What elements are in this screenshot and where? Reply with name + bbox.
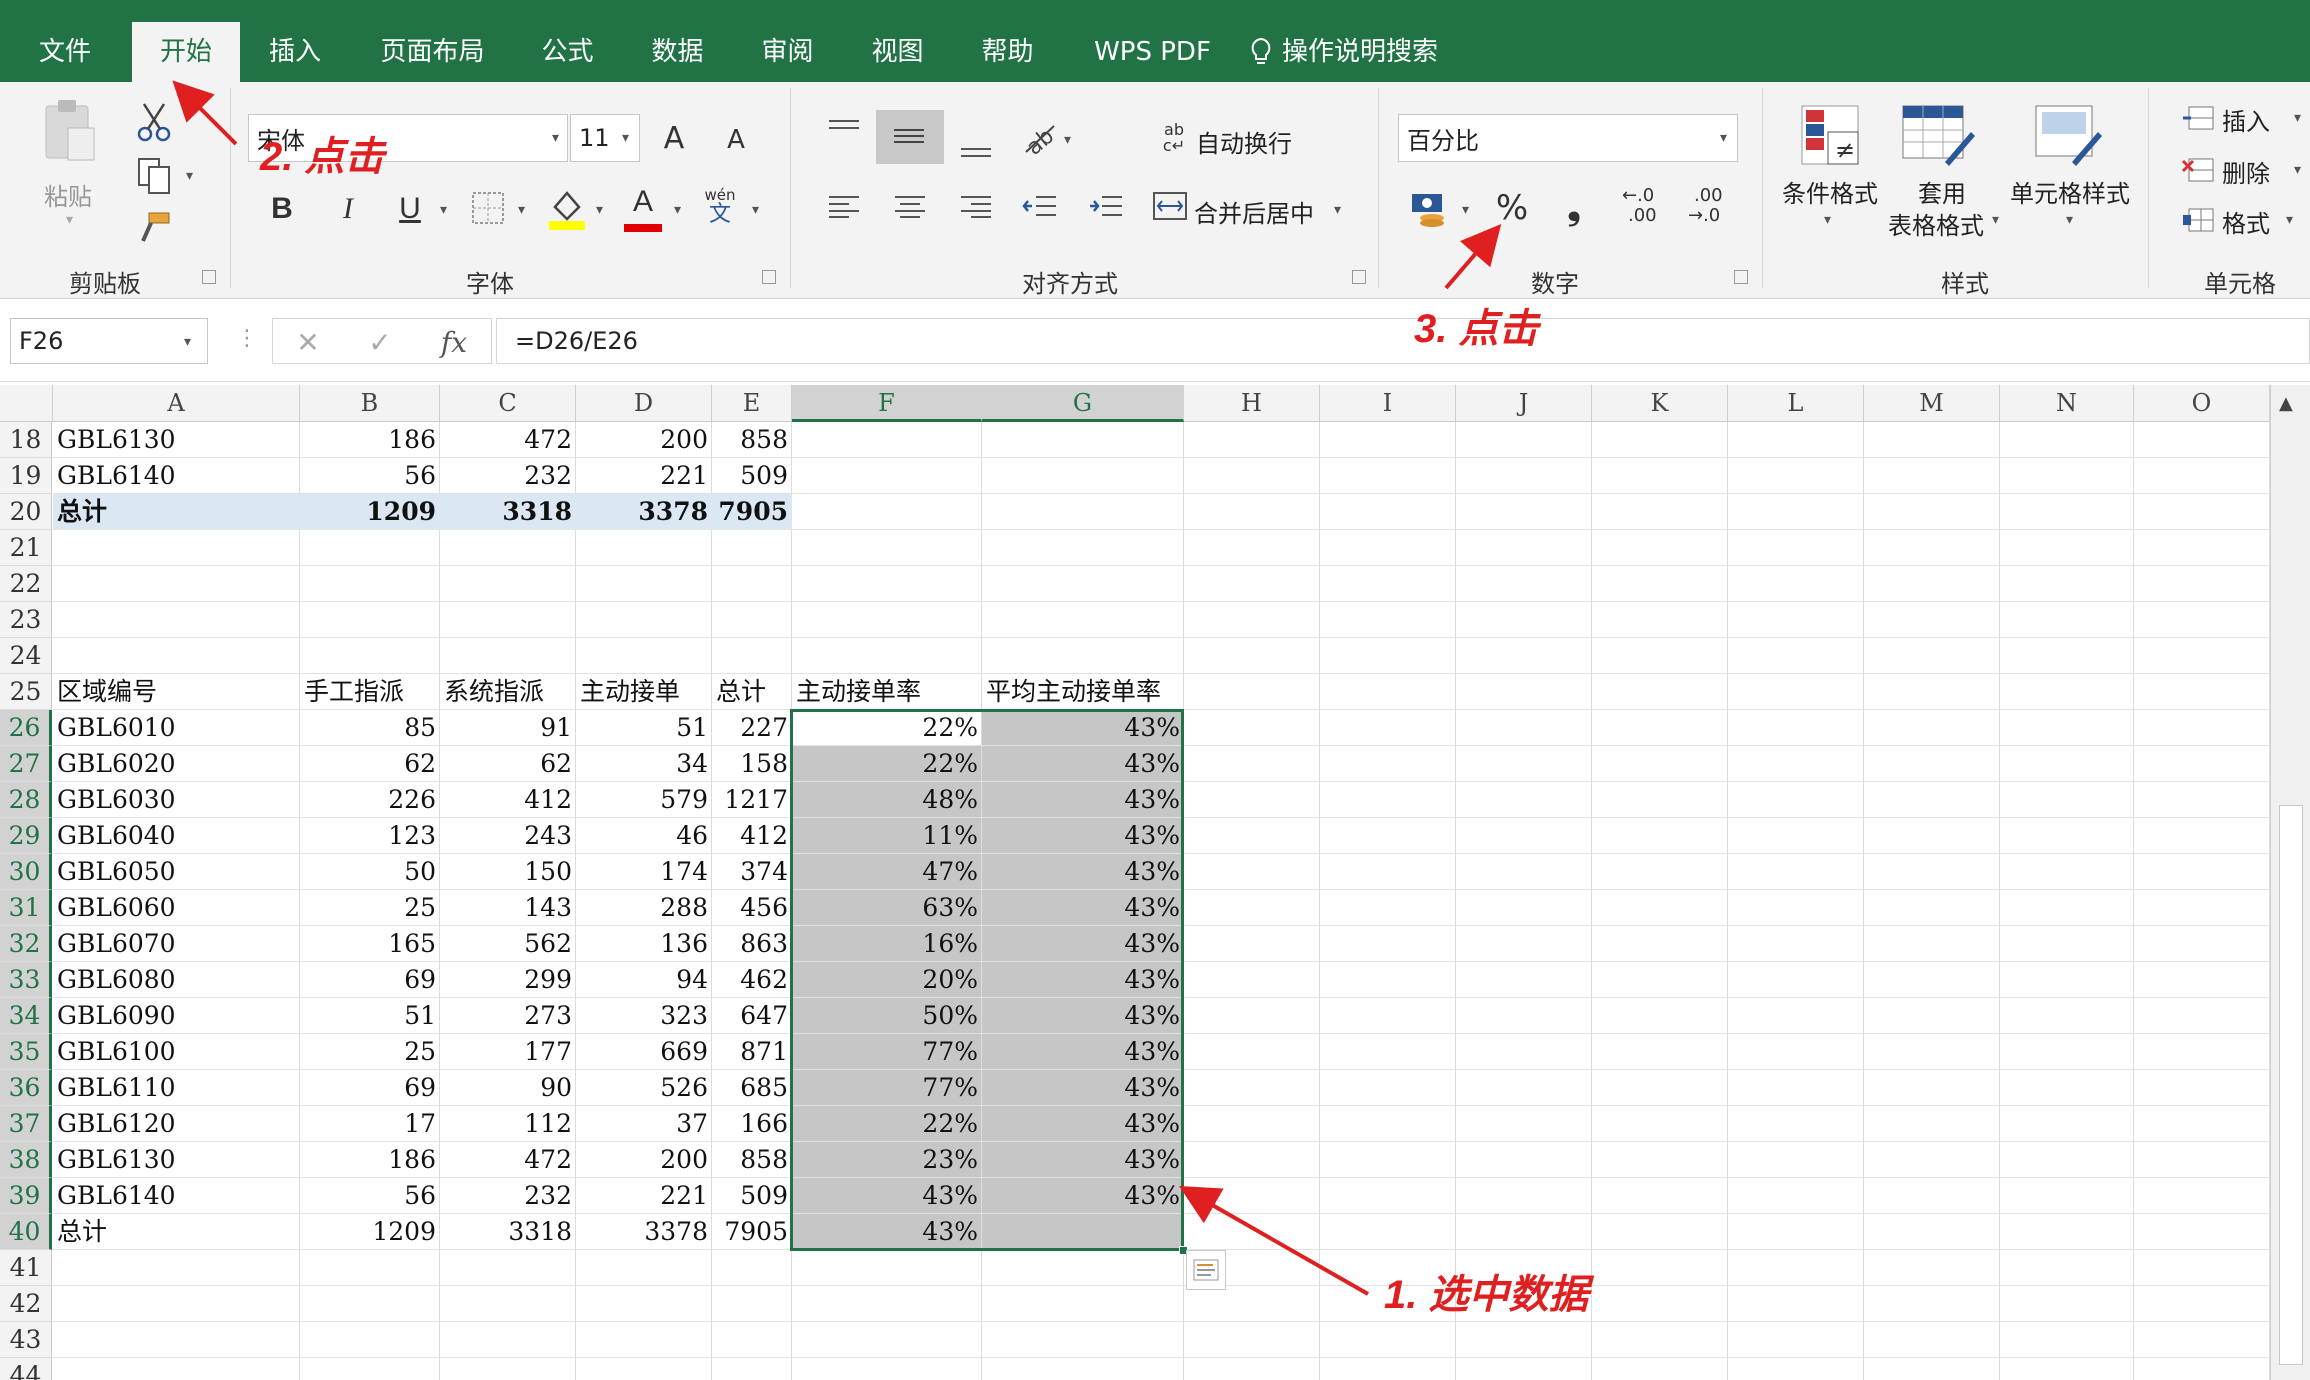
annotation-step1: 1. 选中数据 [1384,1273,1589,1317]
annotation-arrows [172,80,1502,1296]
arrow-to-selection [1179,1186,1369,1296]
arrow-to-percent-button [1444,223,1502,290]
annotation-step3: 3. 点击 [1414,307,1539,351]
annotation-step2: 2. 点击 [260,135,385,179]
arrow-to-home-tab [172,80,238,146]
